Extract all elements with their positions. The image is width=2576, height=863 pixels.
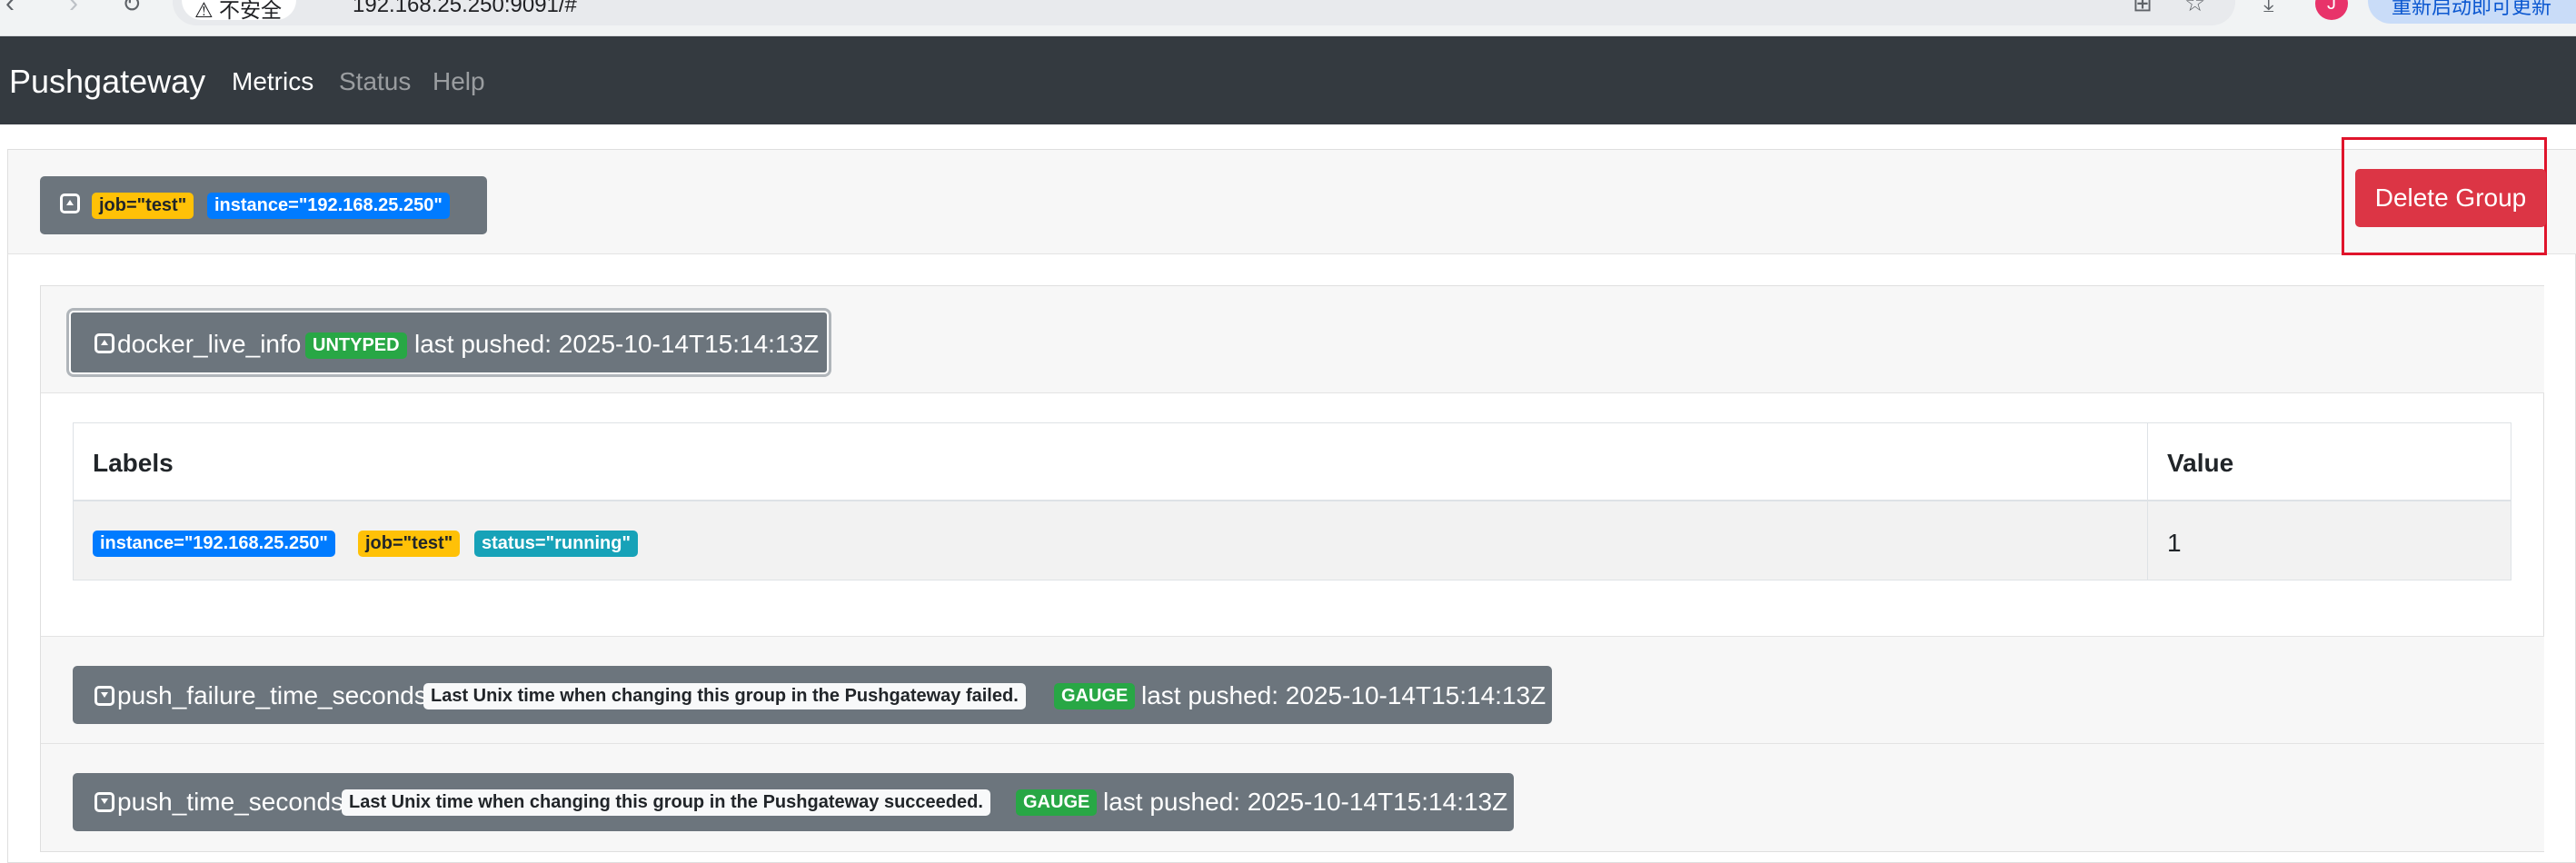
metric-name: push_failure_time_seconds	[117, 681, 427, 709]
nav-link-metrics[interactable]: Metrics	[232, 66, 313, 97]
metric-help-badge: Last Unix time when changing this group …	[342, 789, 990, 816]
update-button[interactable]: 重新启动即可更新	[2368, 0, 2576, 24]
collapse-icon	[94, 333, 114, 353]
nav-link-help[interactable]: Help	[433, 66, 485, 97]
row-value: 1	[2167, 529, 2182, 557]
row-label-badge-job: job="test"	[358, 531, 461, 557]
group-label-badge-instance: instance="192.168.25.250"	[207, 193, 450, 219]
metric-type-badge: UNTYPED	[305, 332, 407, 359]
group-label-badge-job: job="test"	[92, 193, 194, 219]
metric-last-pushed: last pushed: 2025-10-14T15:14:13Z	[1141, 681, 1547, 709]
security-indicator[interactable]: ⚠ 不安全	[182, 0, 297, 22]
translate-icon[interactable]: ⊞	[2133, 0, 2153, 15]
metric-last-pushed: last pushed: 2025-10-14T15:14:13Z	[414, 330, 820, 358]
forward-icon[interactable]: ›	[69, 0, 78, 17]
navbar-brand[interactable]: Pushgateway	[9, 63, 205, 101]
back-icon[interactable]: ‹	[5, 0, 15, 17]
warning-icon: ⚠	[194, 0, 214, 22]
security-label: 不安全	[219, 0, 283, 22]
download-icon[interactable]: ⤓	[2263, 0, 2274, 15]
metric-name: push_time_seconds	[117, 788, 344, 816]
expand-icon	[94, 686, 114, 706]
table-header-value: Value	[2167, 449, 2234, 477]
delete-group-button[interactable]: Delete Group	[2355, 169, 2546, 227]
row-label-badge-status: status="running"	[474, 531, 638, 557]
metric-name: docker_live_info	[117, 330, 302, 358]
collapse-icon	[60, 193, 80, 213]
expand-icon	[94, 792, 114, 812]
metric-last-pushed: last pushed: 2025-10-14T15:14:13Z	[1103, 788, 1508, 816]
table-column-divider	[2147, 423, 2148, 580]
metric-help-badge: Last Unix time when changing this group …	[423, 683, 1026, 709]
table-header-divider	[73, 500, 2511, 501]
reload-icon[interactable]: ↻	[122, 0, 142, 16]
url-text[interactable]: 192.168.25.250:9091/#	[353, 0, 577, 18]
row-label-badge-instance: instance="192.168.25.250"	[93, 531, 335, 557]
table-header-labels: Labels	[93, 449, 174, 477]
nav-link-status[interactable]: Status	[339, 66, 411, 97]
metric-type-badge: GAUGE	[1016, 789, 1098, 816]
bookmark-star-icon[interactable]: ☆	[2184, 0, 2205, 15]
metric-type-badge: GAUGE	[1054, 683, 1136, 709]
